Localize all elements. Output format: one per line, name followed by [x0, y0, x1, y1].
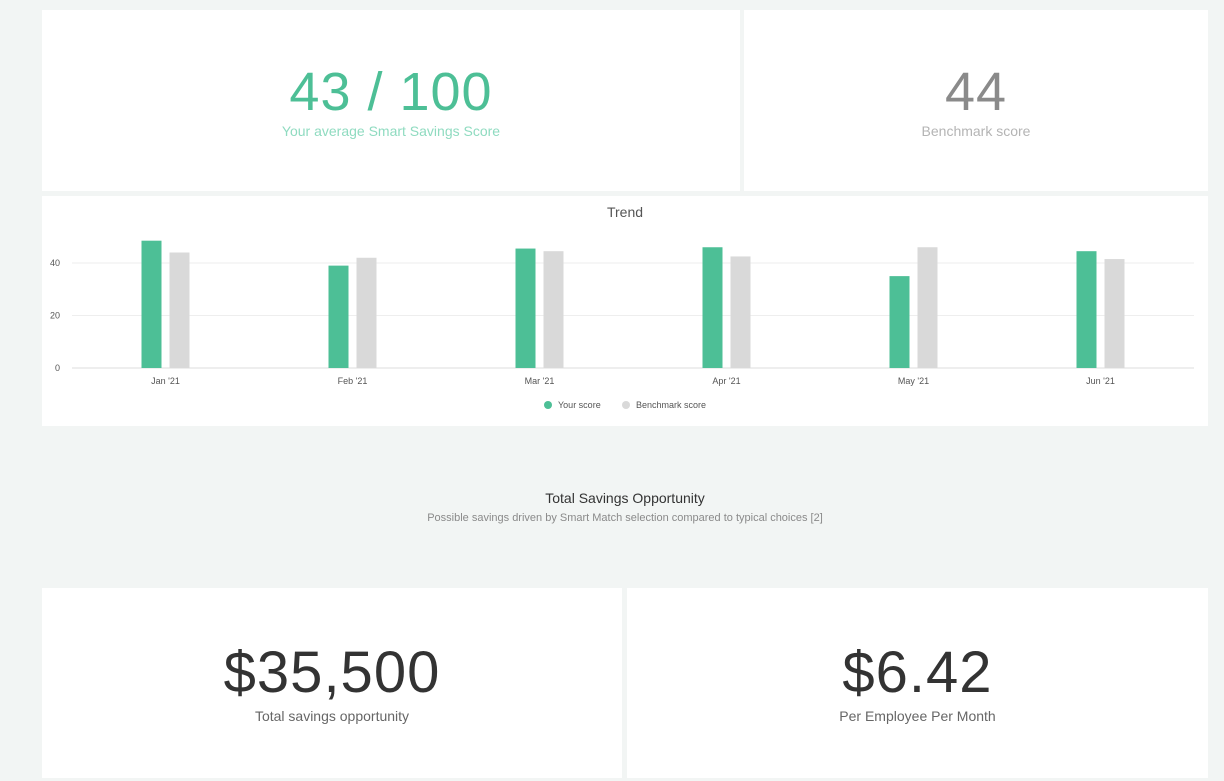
bar-your-score: [328, 265, 349, 368]
x-tick-label: Mar '21: [525, 376, 555, 386]
trend-chart: 0 20 40 Jan '21 Feb '21 Mar '21 Apr '21 May '21…: [50, 240, 1194, 410]
bar-your-score: [889, 276, 910, 368]
x-tick-label: May '21: [898, 376, 929, 386]
bar-benchmark-score: [356, 257, 377, 368]
pepm-card: $6.42 Per Employee Per Month: [627, 588, 1208, 778]
pepm-label: Per Employee Per Month: [839, 708, 996, 724]
pepm-value: $6.42: [842, 640, 993, 705]
bar-benchmark-score: [1104, 259, 1125, 368]
total-savings-value: $35,500: [223, 640, 441, 705]
total-savings-card: $35,500 Total savings opportunity: [42, 588, 622, 778]
bar-your-score: [515, 248, 536, 368]
bar-your-score: [702, 247, 723, 368]
y-tick-label: 20: [50, 311, 60, 321]
x-tick-label: Jan '21: [151, 376, 180, 386]
score-value: 43 / 100: [289, 61, 493, 122]
total-savings-label: Total savings opportunity: [254, 708, 410, 724]
trend-chart-card: Trend 0 20 40 Jan '21 Feb '21 Mar '21 Apr '21 M…: [42, 196, 1208, 426]
legend-label: Benchmark score: [636, 400, 706, 410]
benchmark-label: Benchmark score: [921, 122, 1031, 139]
legend-label: Your score: [558, 400, 601, 410]
legend-swatch: [544, 401, 552, 409]
section-subtitle: Possible savings driven by Smart Match s…: [427, 512, 823, 524]
legend-swatch: [622, 401, 630, 409]
bar-benchmark-score: [917, 247, 938, 368]
bar-your-score: [141, 240, 162, 368]
section-title: Total Savings Opportunity: [545, 490, 705, 506]
x-tick-label: Feb '21: [338, 376, 368, 386]
score-card: 43 / 100 Your average Smart Savings Scor…: [42, 10, 740, 191]
score-label: Your average Smart Savings Score: [281, 122, 501, 139]
benchmark-value: 44: [944, 61, 1008, 122]
bar-your-score: [1076, 251, 1097, 368]
y-tick-label: 40: [50, 258, 60, 268]
x-tick-label: Apr '21: [712, 376, 740, 386]
bar-benchmark-score: [169, 252, 190, 368]
benchmark-card: 44 Benchmark score: [744, 10, 1208, 191]
bar-benchmark-score: [730, 256, 751, 368]
y-tick-label: 0: [55, 363, 60, 373]
savings-opportunity-section: Total Savings Opportunity Possible savin…: [42, 430, 1208, 584]
bar-benchmark-score: [543, 251, 564, 368]
x-tick-label: Jun '21: [1086, 376, 1115, 386]
